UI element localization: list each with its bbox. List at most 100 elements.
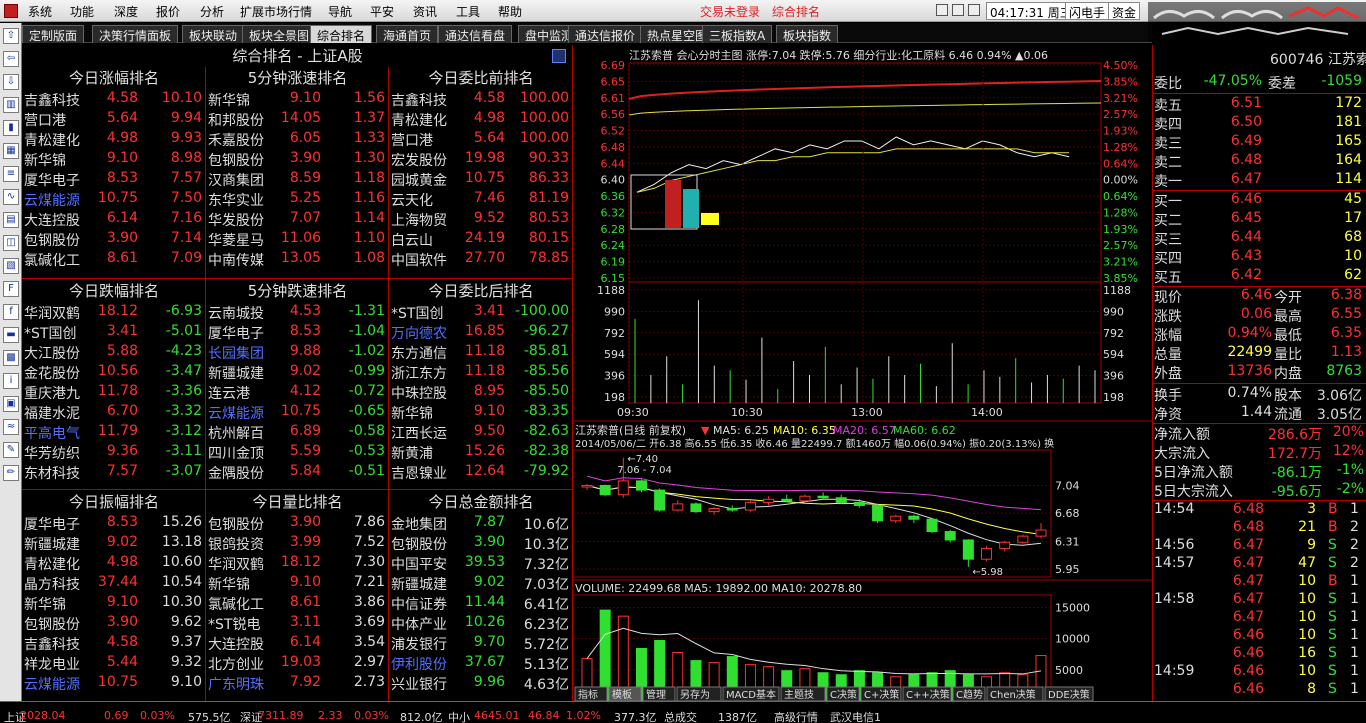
kline-candle[interactable] (908, 515, 920, 520)
tab-10[interactable]: 三板指数A (702, 25, 773, 43)
kline-candle[interactable] (944, 531, 956, 541)
rank-row[interactable]: 吉恩镍业 12.64 -79.92 (389, 463, 573, 483)
rank-row[interactable]: 新华锦 9.10 8.98 (22, 150, 206, 170)
rank-row[interactable]: 包钢股份 3.90 10.3亿 (389, 534, 573, 554)
list-icon[interactable]: ≡ (3, 166, 19, 182)
rank-row[interactable]: 中体产业 10.26 6.23亿 (389, 614, 573, 634)
kline-candle[interactable] (981, 547, 993, 560)
panel-icon[interactable]: ◫ (3, 235, 19, 251)
rank-row[interactable]: 华润双鹤 18.12 -6.93 (22, 303, 206, 323)
fund-button[interactable]: 资金 (1108, 2, 1141, 20)
rank-row[interactable]: 金花股份 10.56 -3.47 (22, 363, 206, 383)
rank-row[interactable]: 青松建化 4.98 10.60 (22, 554, 206, 574)
rank-row[interactable]: 祥龙电业 5.44 9.32 (22, 654, 206, 674)
kline-candle[interactable] (672, 503, 684, 511)
rank-row[interactable]: 包钢股份 3.90 7.86 (206, 514, 389, 534)
rank-row[interactable]: 东材科技 7.57 -3.07 (22, 463, 206, 483)
rank-row[interactable]: 氯碱化工 8.61 7.09 (22, 250, 206, 270)
kline-candle[interactable] (872, 504, 884, 522)
rank-row[interactable]: 禾嘉股份 6.05 1.33 (206, 130, 389, 150)
kline-candle[interactable] (890, 515, 902, 522)
f-icon[interactable]: f (3, 304, 19, 320)
kline-candle[interactable] (581, 484, 593, 488)
tab-4[interactable]: 综合排名 (310, 25, 373, 43)
rank-row[interactable]: 福建水泥 6.70 -3.32 (22, 403, 206, 423)
rank-row[interactable]: 包钢股份 3.90 9.62 (22, 614, 206, 634)
rank-row[interactable]: 和邦股份 14.05 1.37 (206, 110, 389, 130)
left-icon[interactable]: ⇦ (3, 51, 19, 67)
sheet-icon[interactable]: ▧ (3, 258, 19, 274)
rank-row[interactable]: 厦华电子 8.53 -1.04 (206, 323, 389, 343)
menu-2[interactable]: 深度 (114, 3, 138, 20)
rank-row[interactable]: 吉鑫科技 4.58 100.00 (389, 90, 573, 110)
rank-row[interactable]: 营口港 5.64 100.00 (389, 130, 573, 150)
menu-7[interactable]: 平安 (370, 3, 394, 20)
menu-6[interactable]: 导航 (328, 3, 352, 20)
rank-row[interactable]: 中国平安 39.53 7.32亿 (389, 554, 573, 574)
rank-row[interactable]: 兴业银行 9.96 4.63亿 (389, 674, 573, 694)
rank-row[interactable]: 长园集团 9.88 -1.02 (206, 343, 389, 363)
rank-row[interactable]: 华发股份 7.07 1.14 (206, 210, 389, 230)
rank-row[interactable]: 万向德农 16.85 -96.27 (389, 323, 573, 343)
menu-1[interactable]: 功能 (70, 3, 94, 20)
window-close-icon[interactable] (968, 4, 980, 16)
table-icon[interactable]: ▦ (3, 143, 19, 159)
rank-row[interactable]: 重庆港九 11.78 -3.36 (22, 383, 206, 403)
rank-row[interactable]: 包钢股份 3.90 7.14 (22, 230, 206, 250)
rank-row[interactable]: 华菱星马 11.06 1.10 (206, 230, 389, 250)
flash-trade-button[interactable]: 闪电手 (1065, 2, 1110, 20)
blocks-icon[interactable]: ▣ (3, 396, 19, 412)
rank-row[interactable]: 园城黄金 10.75 86.33 (389, 170, 573, 190)
rank-row[interactable]: 云煤能源 10.75 9.10 (22, 674, 206, 694)
kline-candle[interactable] (853, 501, 865, 506)
rank-row[interactable]: 包钢股份 3.90 1.30 (206, 150, 389, 170)
rank-row[interactable]: 云煤能源 10.75 -0.65 (206, 403, 389, 423)
kline-candle[interactable] (999, 541, 1011, 549)
kline-candle[interactable] (835, 497, 847, 503)
rank-row[interactable]: 中南传媒 13.05 1.08 (206, 250, 389, 270)
rank-row[interactable]: *ST国创 3.41 -100.00 (389, 303, 573, 323)
kline-candle[interactable] (635, 480, 647, 491)
rank-row[interactable]: 汉商集团 8.59 1.18 (206, 170, 389, 190)
tab-8[interactable]: 通达信报价 (568, 25, 643, 43)
pen-icon[interactable]: ✏ (3, 465, 19, 481)
menu-0[interactable]: 系统 (28, 3, 52, 20)
rank-row[interactable]: 营口港 5.64 9.94 (22, 110, 206, 130)
rank-row[interactable]: 吉鑫科技 4.58 10.10 (22, 90, 206, 110)
rank-row[interactable]: 东方通信 11.18 -85.81 (389, 343, 573, 363)
wave-icon[interactable]: ≈ (3, 419, 19, 435)
kline-candle[interactable] (744, 501, 756, 511)
bars-icon[interactable]: ▥ (3, 97, 19, 113)
line-icon[interactable]: ∿ (3, 189, 19, 205)
rank-row[interactable]: 广东明珠 7.92 2.73 (206, 674, 389, 694)
kline-candle[interactable] (1017, 535, 1029, 543)
rank-row[interactable]: 平高电气 11.79 -3.12 (22, 423, 206, 443)
kline-candle[interactable] (926, 518, 938, 533)
tab-1[interactable]: 决策行情面板 (92, 25, 179, 43)
rank-row[interactable]: 氯碱化工 8.61 3.86 (206, 594, 389, 614)
rank-row[interactable]: 中国软件 27.70 78.85 (389, 250, 573, 270)
rank-row[interactable]: 新华锦 9.10 1.56 (206, 90, 389, 110)
menu-4[interactable]: 分析 (200, 3, 224, 20)
rank-row[interactable]: *ST锐电 3.11 3.69 (206, 614, 389, 634)
trade-login-alert[interactable]: 交易未登录 (700, 3, 760, 20)
tab-2[interactable]: 板块联动 (182, 25, 245, 43)
chart-icon[interactable]: ▤ (3, 212, 19, 228)
rank-row[interactable]: 中珠控股 8.95 -85.50 (389, 383, 573, 403)
rank-row[interactable]: 云煤能源 10.75 7.50 (22, 190, 206, 210)
rank-row[interactable]: 厦华电子 8.53 15.26 (22, 514, 206, 534)
rank-row[interactable]: 江西长运 9.50 -82.63 (389, 423, 573, 443)
kline-candle[interactable] (799, 495, 811, 502)
down-icon[interactable]: ⇩ (3, 74, 19, 90)
rank-row[interactable]: 晶方科技 37.44 10.54 (22, 574, 206, 594)
rank-row[interactable]: 新疆城建 9.02 13.18 (22, 534, 206, 554)
rank-row[interactable]: 东华实业 5.25 1.16 (206, 190, 389, 210)
rank-row[interactable]: 金地集团 7.87 10.6亿 (389, 514, 573, 534)
rank-row[interactable]: 新疆城建 9.02 7.03亿 (389, 574, 573, 594)
tab-0[interactable]: 定制版面 (22, 25, 85, 43)
rank-row[interactable]: 四川金顶 5.59 -0.53 (206, 443, 389, 463)
info-icon[interactable]: i (3, 373, 19, 389)
rank-row[interactable]: 新华锦 9.10 10.30 (22, 594, 206, 614)
note-icon[interactable]: ✎ (3, 442, 19, 458)
f10-icon[interactable]: F (3, 281, 19, 297)
